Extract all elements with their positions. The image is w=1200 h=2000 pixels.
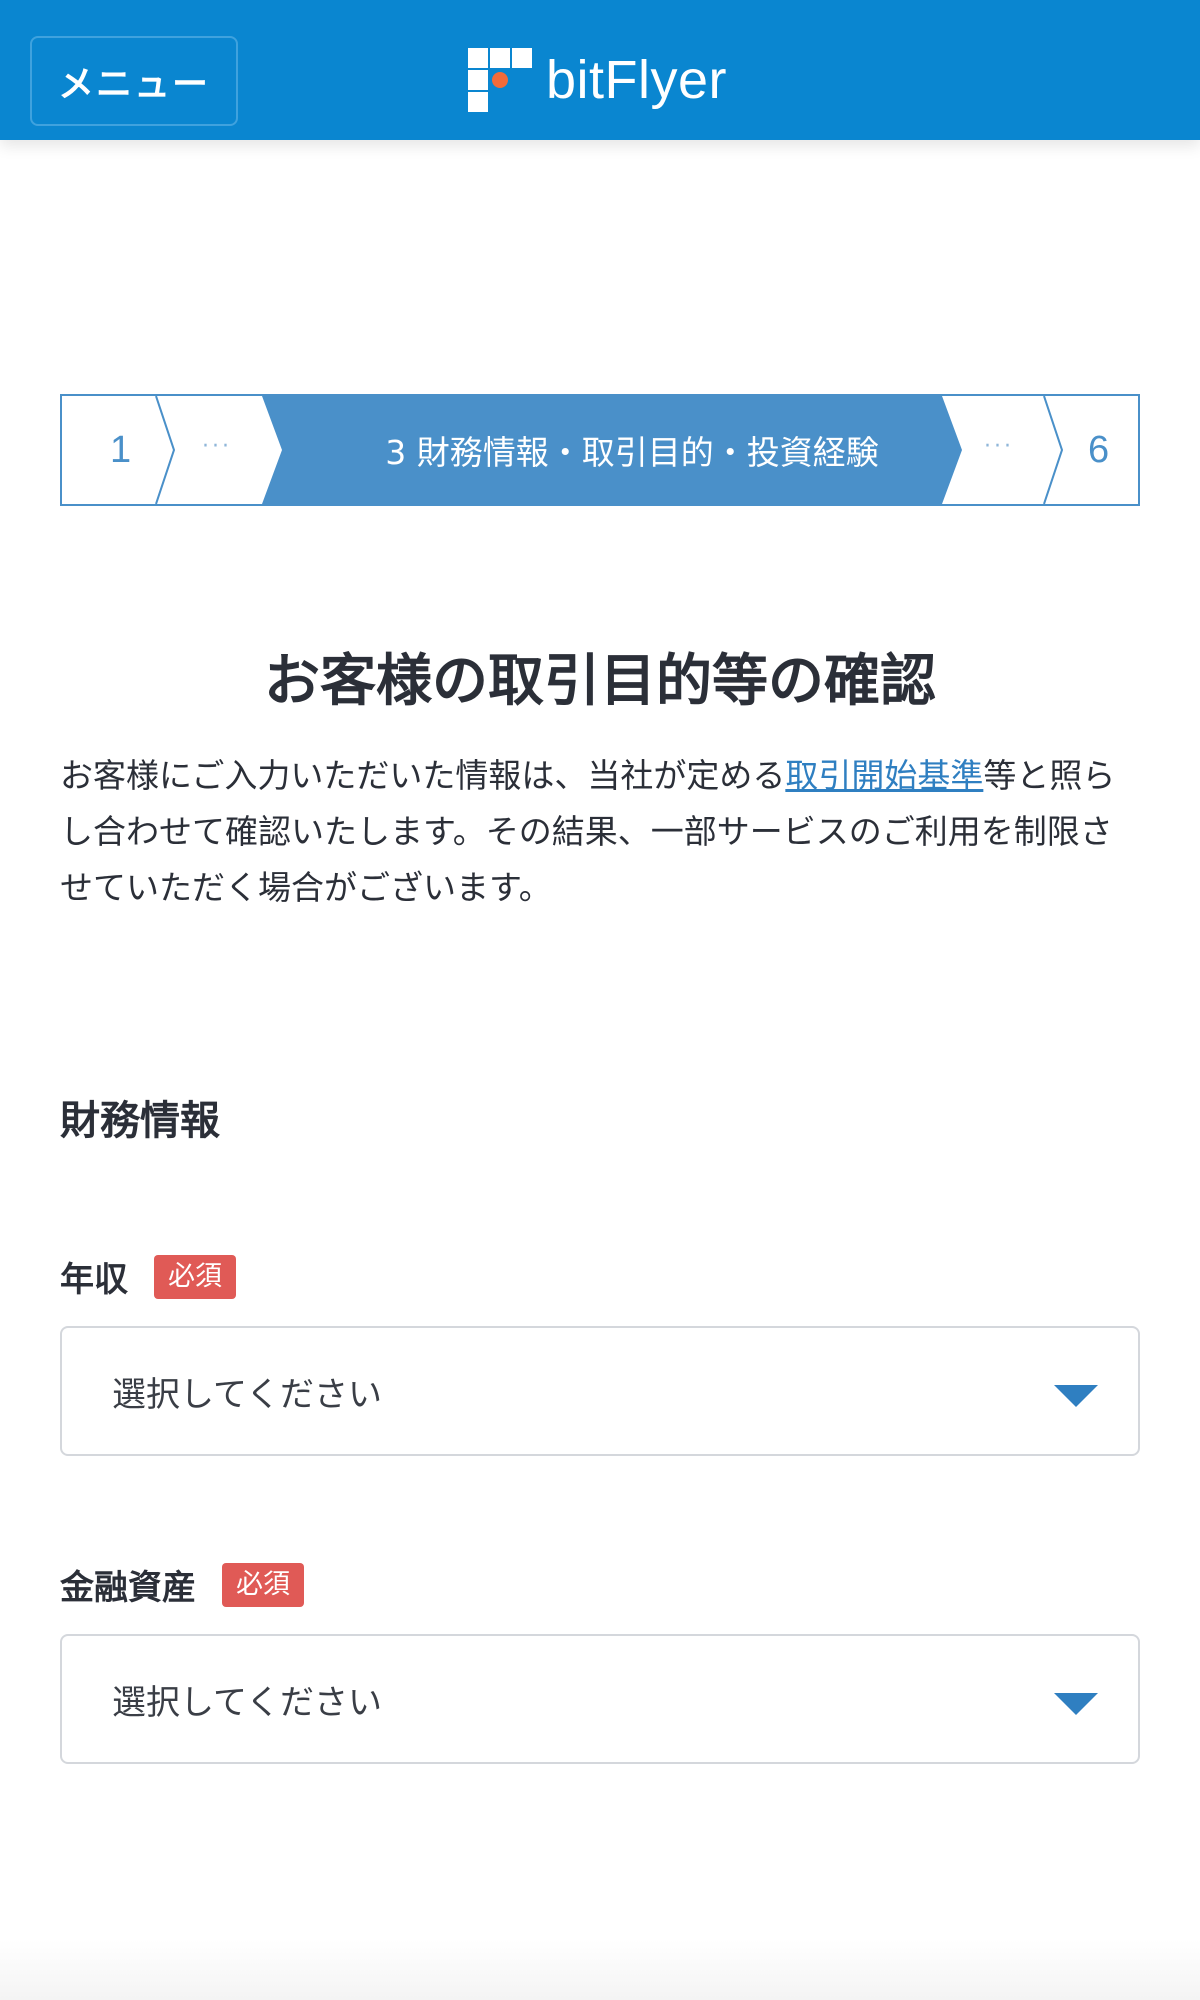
menu-button[interactable]: メニュー <box>30 36 238 126</box>
field-label-text: 年収 <box>60 1260 128 1300</box>
step-ellipsis-right: ··· <box>984 433 1014 459</box>
step-1: 1 <box>110 428 132 471</box>
current-step-label: 3 財務情報・取引目的・投資経験 <box>385 433 879 472</box>
page-title: お客様の取引目的等の確認 <box>264 649 936 714</box>
financial-assets-label: 金融資産 必須 <box>60 1560 304 1609</box>
select-placeholder: 選択してください <box>112 1682 382 1723</box>
select-placeholder: 選択してください <box>112 1374 382 1415</box>
progress-stepper: 1 ··· 3 財務情報・取引目的・投資経験 ··· 6 <box>60 394 1140 506</box>
dropdown-arrow-icon <box>1054 1693 1098 1715</box>
bitflyer-logo-icon <box>468 48 532 112</box>
section-title-financial-info: 財務情報 <box>60 1098 220 1144</box>
financial-assets-select[interactable]: 選択してください <box>60 1634 1140 1764</box>
field-label-text: 金融資産 <box>60 1568 196 1608</box>
annual-income-select[interactable]: 選択してください <box>60 1326 1140 1456</box>
logo-text: bitFlyer <box>546 50 728 110</box>
app-header: メニュー bitFlyer <box>0 0 1200 140</box>
bitflyer-logo[interactable]: bitFlyer <box>468 48 727 112</box>
step-ellipsis-left: ··· <box>202 433 232 459</box>
required-badge: 必須 <box>154 1254 236 1299</box>
step-separator <box>1043 396 1064 504</box>
required-badge: 必須 <box>222 1562 304 1607</box>
trading-criteria-link[interactable]: 取引開始基準 <box>785 756 983 795</box>
dropdown-arrow-icon <box>1054 1385 1098 1407</box>
desc-text-before: お客様にご入力いただいた情報は、当社が定める <box>60 756 786 795</box>
step-separator <box>155 396 176 504</box>
step-6: 6 <box>1088 428 1110 471</box>
page-description: お客様にご入力いただいた情報は、当社が定める取引開始基準等と照らし合わせて確認い… <box>60 748 1140 916</box>
annual-income-label: 年収 必須 <box>60 1252 236 1301</box>
bottom-fade <box>0 1940 1200 2000</box>
